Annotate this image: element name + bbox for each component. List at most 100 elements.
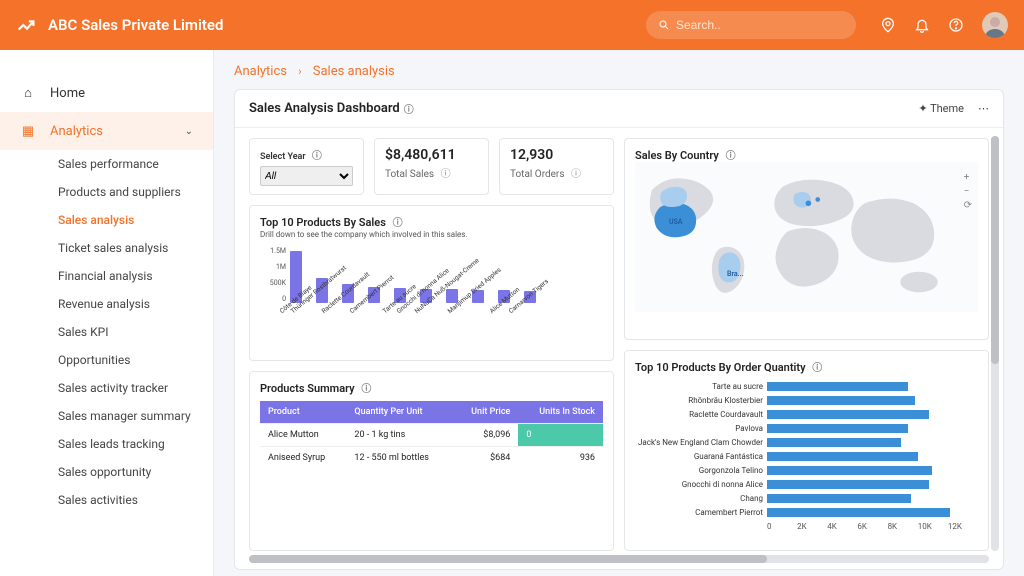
dashboard-panel: Sales Analysis Dashboard ⓘ ✦ Theme ⋯ Sel… [234,89,1004,570]
select-year-label: Select Year [260,152,306,162]
info-icon[interactable]: ⓘ [361,384,371,395]
nav-analytics[interactable]: ▦ Analytics ⌄ [0,112,213,150]
nav-home-label: Home [50,86,85,101]
sidebar-item[interactable]: Sales opportunity [0,458,213,486]
info-icon[interactable]: ⓘ [393,218,403,229]
top10-sales-chart[interactable]: 1.5M1M500K0 Côte de BlayeThüringer Rostb… [260,247,603,317]
more-icon[interactable]: ⋯ [978,102,989,115]
info-icon[interactable]: ⓘ [441,169,451,180]
top10-sales-card: Top 10 Products By Sales ⓘ Drill down to… [249,205,614,361]
sidebar-item[interactable]: Sales KPI [0,318,213,346]
products-summary-card: Products Summary ⓘ Product Quantity Per … [249,371,614,551]
top10-sales-title: Top 10 Products By Sales [260,216,386,229]
chart-bar[interactable]: Raclette Courdavault [635,408,978,422]
search-icon [658,19,670,31]
vertical-scrollbar[interactable] [991,136,999,551]
sidebar-item[interactable]: Sales activity tracker [0,374,213,402]
chart-bar[interactable]: Jack's New England Clam Chowder [635,436,978,450]
chart-bar[interactable]: Chang [635,492,978,506]
brand-title: ABC Sales Private Limited [48,16,223,34]
th-product[interactable]: Product [260,401,346,424]
info-icon[interactable]: ⓘ [404,101,414,116]
sidebar-item[interactable]: Ticket sales analysis [0,234,213,262]
sidebar-item[interactable]: Products and suppliers [0,178,213,206]
table-header-row: Product Quantity Per Unit Unit Price Uni… [260,401,603,424]
total-orders-card: 12,930 Total Orders ⓘ [499,138,614,195]
sidebar-subnav: Sales performanceProducts and suppliersS… [0,150,213,514]
sidebar-item[interactable]: Opportunities [0,346,213,374]
chart-xaxis: 02K4K6K8K10K12K [767,522,978,531]
chart-bar[interactable]: Guaraná Fantástica [635,450,978,464]
sidebar-item[interactable]: Sales performance [0,150,213,178]
chevron-right-icon: › [298,65,301,78]
map-label-bra: Bra... [727,270,744,278]
sidebar-item[interactable]: Sales leads tracking [0,430,213,458]
nav-home[interactable]: ⌂ Home [0,74,213,112]
th-price[interactable]: Unit Price [453,401,518,424]
info-icon[interactable]: ⓘ [312,151,322,162]
nav-analytics-label: Analytics [50,124,103,139]
avatar[interactable] [982,12,1008,38]
chevron-down-icon: ⌄ [185,126,193,137]
top10-qty-title: Top 10 Products By Order Quantity [635,361,806,374]
map-reset-icon[interactable]: ⟳ [964,200,972,211]
world-map[interactable]: USA Bra... + − ⟳ [635,162,978,312]
total-sales-label: Total Sales [385,169,434,180]
chart-bar[interactable]: Gorgonzola Telino [635,464,978,478]
products-summary-title: Products Summary [260,382,355,395]
map-zoom-in-icon[interactable]: + [964,172,972,183]
top10-sales-note: Drill down to see the company which invo… [260,230,603,239]
th-stock[interactable]: Units In Stock [518,401,603,424]
sidebar-item[interactable]: Revenue analysis [0,290,213,318]
sidebar-item[interactable]: Financial analysis [0,262,213,290]
select-year-card: Select Year ⓘ All [249,138,364,195]
chart-bar[interactable]: Rhönbräu Klosterbier [635,394,978,408]
sidebar-item[interactable]: Sales activities [0,486,213,514]
chart-bar[interactable]: Tarte au sucre [635,380,978,394]
chart-bar[interactable]: Camembert Pierrot [635,506,978,520]
sales-by-country-title: Sales By Country [635,149,719,162]
breadcrumb: Analytics › Sales analysis [234,64,1004,79]
map-zoom-out-icon[interactable]: − [964,186,972,197]
chart-bar[interactable]: Alice Mutton [498,290,510,317]
chart-bar[interactable]: Camembert Pierrot [368,287,380,317]
map-label-usa: USA [669,218,683,226]
horizontal-scrollbar[interactable] [249,555,989,563]
chart-bar[interactable]: Gnocchi di nonna Alice [635,478,978,492]
bell-icon[interactable] [914,17,930,33]
chart-yaxis: 1.5M1M500K0 [260,247,286,303]
page-title: Sales Analysis Dashboard [249,101,400,116]
info-icon[interactable]: ⓘ [726,151,736,162]
top10-qty-card: Top 10 Products By Order Quantity ⓘ Tart… [624,350,989,552]
products-table: Product Quantity Per Unit Unit Price Uni… [260,401,603,469]
crumb-leaf[interactable]: Sales analysis [313,64,395,79]
topbar: ABC Sales Private Limited [0,0,1024,50]
chart-up-icon [16,14,38,36]
sales-by-country-card: Sales By Country ⓘ [624,138,989,340]
total-sales-value: $8,480,611 [385,147,478,163]
info-icon[interactable]: ⓘ [812,363,822,374]
grid-icon: ▦ [20,124,36,139]
main-content: Analytics › Sales analysis Sales Analysi… [214,50,1024,576]
search-box[interactable] [646,11,856,39]
help-icon[interactable] [948,17,964,33]
top10-qty-chart[interactable]: Tarte au sucreRhönbräu KlosterbierRaclet… [635,380,978,520]
chart-bar[interactable]: Pavlova [635,422,978,436]
home-icon: ⌂ [20,85,36,101]
theme-button[interactable]: ✦ Theme [918,102,964,115]
search-input[interactable] [676,18,836,32]
sidebar-item[interactable]: Sales analysis [0,206,213,234]
th-qpu[interactable]: Quantity Per Unit [346,401,453,424]
sidebar-item[interactable]: Sales manager summary [0,402,213,430]
chart-bar[interactable]: Manjimup Dried Apples [472,290,484,317]
total-orders-value: 12,930 [510,147,603,163]
crumb-root[interactable]: Analytics [234,64,287,79]
table-row[interactable]: Alice Mutton20 - 1 kg tins$8,0960 [260,424,603,447]
year-select[interactable]: All [260,166,353,186]
total-orders-label: Total Orders [510,169,564,180]
table-row[interactable]: Aniseed Syrup12 - 550 ml bottles$684936 [260,447,603,470]
total-sales-card: $8,480,611 Total Sales ⓘ [374,138,489,195]
location-icon[interactable] [880,17,896,33]
info-icon[interactable]: ⓘ [571,169,581,180]
chart-bar[interactable]: Carnarvon Tigers [524,291,536,317]
